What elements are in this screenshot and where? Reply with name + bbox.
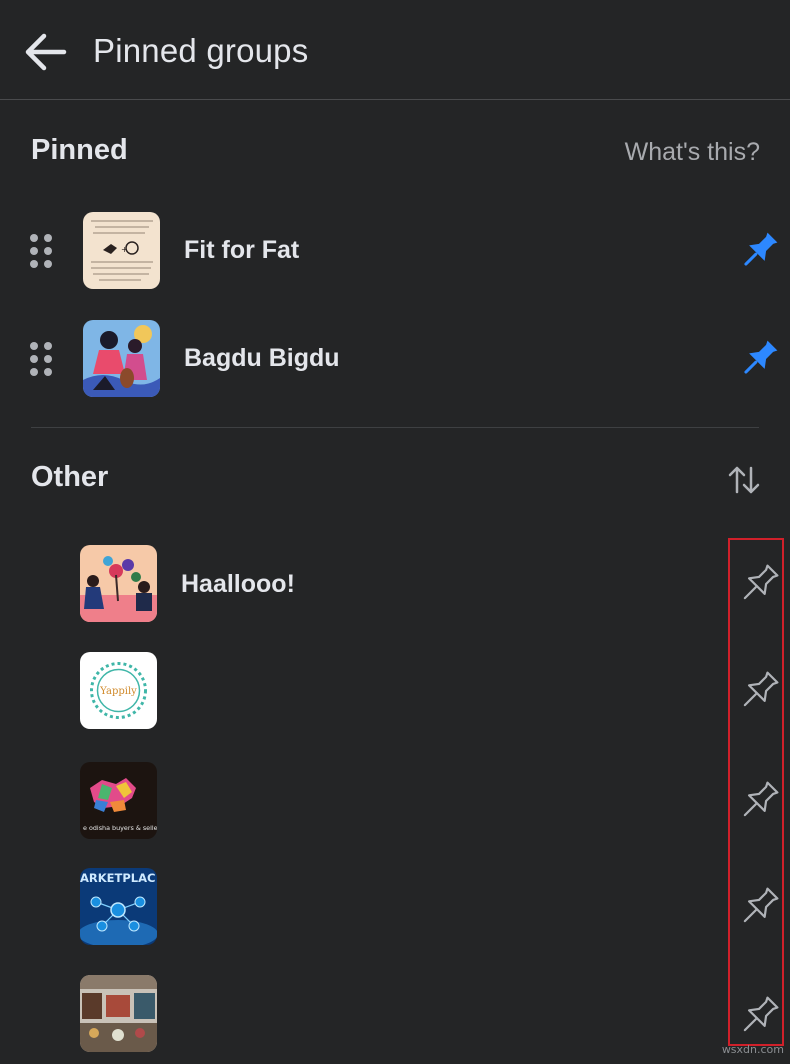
group-thumbnail[interactable]: ARKETPLAC — [80, 868, 157, 945]
back-button[interactable] — [22, 28, 70, 76]
other-group-row[interactable]: Haallooo! — [0, 534, 790, 634]
thumbnail-label: Yappily — [99, 686, 137, 697]
watermark: wsxdn.com — [721, 1043, 784, 1056]
page-title: Pinned groups — [93, 32, 309, 69]
pinned-section-title: Pinned — [31, 134, 128, 166]
arrow-left-icon — [25, 33, 67, 71]
thumbnail-label: ARKETPLAC — [80, 871, 155, 885]
group-thumbnail[interactable] — [83, 320, 160, 397]
whats-this-link[interactable]: What's this? — [625, 138, 760, 167]
pin-outline-icon — [743, 887, 779, 923]
other-group-row[interactable]: Yappily — [0, 641, 790, 741]
thumbnail-label: e odisha buyers & seller — [83, 824, 157, 832]
group-name[interactable]: Bagdu Bigdu — [184, 344, 340, 373]
pin-filled-icon — [744, 232, 778, 266]
app-header: Pinned groups — [0, 0, 790, 100]
pin-button[interactable] — [734, 559, 784, 609]
group-thumbnail[interactable] — [80, 545, 157, 622]
svg-text:+: + — [121, 245, 128, 254]
section-divider — [31, 427, 759, 428]
group-thumbnail[interactable]: Yappily — [80, 652, 157, 729]
pin-button[interactable] — [734, 991, 784, 1041]
pinned-group-row[interactable]: Bagdu Bigdu — [0, 309, 790, 409]
pin-filled-icon — [744, 340, 778, 374]
group-thumbnail[interactable] — [80, 975, 157, 1052]
other-group-row[interactable]: e odisha buyers & seller — [0, 751, 790, 851]
sort-button[interactable] — [724, 460, 764, 500]
group-thumbnail[interactable]: e odisha buyers & seller — [80, 762, 157, 839]
unpin-button[interactable] — [734, 334, 784, 384]
unpin-button[interactable] — [734, 226, 784, 276]
pin-button[interactable] — [734, 776, 784, 826]
pin-button[interactable] — [734, 666, 784, 716]
group-name[interactable]: Haallooo! — [181, 570, 295, 599]
other-section-title: Other — [31, 461, 109, 493]
sort-arrows-icon — [728, 466, 760, 494]
pinned-group-row[interactable]: + Fit for Fat — [0, 201, 790, 301]
drag-handle-icon[interactable] — [30, 342, 56, 376]
other-group-row[interactable]: ARKETPLAC — [0, 857, 790, 957]
pin-button[interactable] — [734, 882, 784, 932]
pin-outline-icon — [743, 781, 779, 817]
other-group-row[interactable] — [0, 964, 790, 1064]
pin-outline-icon — [743, 996, 779, 1032]
group-thumbnail[interactable]: + — [83, 212, 160, 289]
drag-handle-icon[interactable] — [30, 234, 56, 268]
group-name[interactable]: Fit for Fat — [184, 236, 299, 265]
pin-outline-icon — [743, 564, 779, 600]
pin-outline-icon — [743, 671, 779, 707]
